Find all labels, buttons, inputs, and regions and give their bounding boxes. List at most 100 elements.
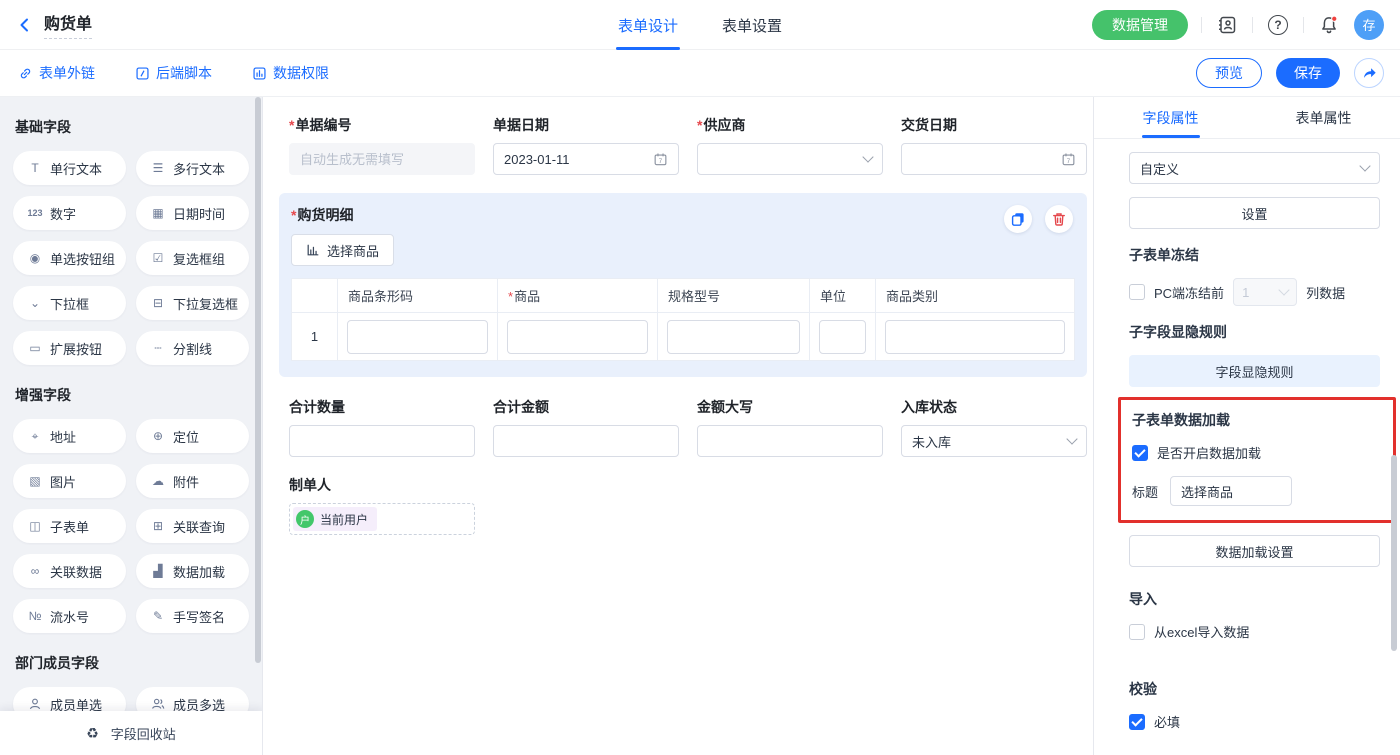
- form-title[interactable]: 购货单: [44, 10, 92, 39]
- freeze-checkbox[interactable]: [1129, 284, 1145, 300]
- field-amount-words[interactable]: 金额大写: [697, 397, 883, 457]
- col-spec: 规格型号: [658, 279, 810, 313]
- sidebar-scrollbar[interactable]: [255, 97, 261, 663]
- section-title-basic-fields: 基础字段: [15, 117, 249, 137]
- field-creator[interactable]: 制单人 户 当前用户: [289, 475, 1093, 535]
- creator-value-box[interactable]: 户 当前用户: [289, 503, 475, 535]
- spec-input[interactable]: [667, 320, 800, 354]
- product-input[interactable]: [507, 320, 648, 354]
- field-item-label: 单行文本: [50, 159, 102, 178]
- backend-script-action[interactable]: 后端脚本: [135, 63, 212, 83]
- settings-button[interactable]: 设置: [1129, 197, 1380, 229]
- freeze-suffix: 列数据: [1306, 283, 1345, 302]
- subform-purchase-detail[interactable]: 购货明细 选择商品 商品条形码 商品 规格型号 单位: [279, 193, 1087, 377]
- panel-scrollbar[interactable]: [1391, 455, 1397, 651]
- field-item-dropdown-multi[interactable]: ⊟ 下拉复选框: [136, 286, 249, 320]
- data-load-settings-button[interactable]: 数据加载设置: [1129, 535, 1380, 567]
- people-icon: [148, 697, 168, 711]
- field-item-address[interactable]: ⌖ 地址: [13, 419, 126, 453]
- stock-status-select[interactable]: 未入库: [901, 425, 1087, 457]
- field-stock-status[interactable]: 入库状态 未入库: [901, 397, 1087, 457]
- data-manage-button[interactable]: 数据管理: [1092, 10, 1188, 40]
- field-item-attachment[interactable]: ☁ 附件: [136, 464, 249, 498]
- copy-icon: [1010, 211, 1026, 227]
- dropdown-multi-icon: ⊟: [148, 296, 168, 310]
- field-type-select[interactable]: 自定义: [1129, 152, 1380, 184]
- freeze-label: PC端冻结前: [1154, 283, 1224, 302]
- data-permission-action[interactable]: 数据权限: [252, 63, 329, 83]
- field-item-radio-group[interactable]: ◉ 单选按钮组: [13, 241, 126, 275]
- back-button[interactable]: [16, 16, 34, 34]
- field-item-signature[interactable]: ✎ 手写签名: [136, 599, 249, 633]
- field-label: 单据日期: [493, 115, 679, 135]
- field-total-quantity[interactable]: 合计数量: [289, 397, 475, 457]
- barcode-input[interactable]: [347, 320, 488, 354]
- field-item-label: 地址: [50, 427, 76, 446]
- preview-button[interactable]: 预览: [1196, 58, 1262, 88]
- field-supplier[interactable]: 供应商: [697, 115, 883, 175]
- field-total-amount[interactable]: 合计金额: [493, 397, 679, 457]
- field-order-date[interactable]: 单据日期 2023-01-11 7: [493, 115, 679, 175]
- field-item-linked-query[interactable]: ⊞ 关联查询: [136, 509, 249, 543]
- total-amount-input[interactable]: [493, 425, 679, 457]
- total-quantity-input[interactable]: [289, 425, 475, 457]
- notification-bell-icon[interactable]: [1317, 13, 1341, 37]
- field-item-dropdown[interactable]: ⌄ 下拉框: [13, 286, 126, 320]
- data-load-toggle-checkbox[interactable]: [1132, 445, 1148, 461]
- save-button[interactable]: 保存: [1276, 58, 1340, 88]
- field-recycle-bin[interactable]: ♻ 字段回收站: [0, 711, 262, 755]
- help-icon[interactable]: ?: [1266, 13, 1290, 37]
- field-item-serial-number[interactable]: № 流水号: [13, 599, 126, 633]
- field-item-label: 关联数据: [50, 562, 102, 581]
- delete-field-button[interactable]: [1045, 205, 1073, 233]
- field-order-number[interactable]: 单据编号: [289, 115, 475, 175]
- external-link-action[interactable]: 表单外链: [18, 63, 95, 83]
- unit-input[interactable]: [819, 320, 866, 354]
- supplier-select[interactable]: [697, 143, 883, 175]
- freeze-count-select[interactable]: 1: [1233, 278, 1297, 306]
- order-number-input[interactable]: [289, 143, 475, 175]
- field-item-data-load[interactable]: ▟ 数据加载: [136, 554, 249, 588]
- field-item-datetime[interactable]: ▦ 日期时间: [136, 196, 249, 230]
- field-item-label: 图片: [50, 472, 76, 491]
- calendar-icon: ▦: [148, 206, 168, 220]
- chevron-down-icon: [1066, 433, 1077, 444]
- amount-words-input[interactable]: [697, 425, 883, 457]
- delivery-date-input[interactable]: 7: [901, 143, 1087, 175]
- data-load-title-input[interactable]: [1170, 476, 1292, 506]
- tab-form-settings[interactable]: 表单设置: [722, 0, 782, 50]
- excel-import-label: 从excel导入数据: [1154, 622, 1249, 641]
- order-date-input[interactable]: 2023-01-11 7: [493, 143, 679, 175]
- select-product-button[interactable]: 选择商品: [291, 234, 394, 266]
- user-avatar[interactable]: 存: [1354, 10, 1384, 40]
- category-input[interactable]: [885, 320, 1065, 354]
- visibility-rules-button[interactable]: 字段显隐规则: [1129, 355, 1380, 387]
- field-item-single-line-text[interactable]: T 单行文本: [13, 151, 126, 185]
- textarea-icon: ☰: [148, 161, 168, 175]
- field-item-label: 多行文本: [173, 159, 225, 178]
- field-item-number[interactable]: 123 数字: [13, 196, 126, 230]
- copy-field-button[interactable]: [1004, 205, 1032, 233]
- contacts-icon[interactable]: [1215, 13, 1239, 37]
- tab-form-properties[interactable]: 表单属性: [1247, 97, 1400, 138]
- field-item-image[interactable]: ▧ 图片: [13, 464, 126, 498]
- field-item-checkbox-group[interactable]: ☑ 复选框组: [136, 241, 249, 275]
- field-item-label: 数据加载: [173, 562, 225, 581]
- target-icon: ⊕: [148, 429, 168, 443]
- field-item-linked-data[interactable]: ∞ 关联数据: [13, 554, 126, 588]
- field-label: 制单人: [289, 475, 1093, 495]
- field-item-divider[interactable]: ┄ 分割线: [136, 331, 249, 365]
- field-item-extend-button[interactable]: ▭ 扩展按钮: [13, 331, 126, 365]
- share-button[interactable]: [1354, 58, 1384, 88]
- properties-panel: 字段属性 表单属性 自定义 设置 子表单冻结 PC端冻结前 1 列数据 子字段显…: [1093, 97, 1400, 755]
- field-delivery-date[interactable]: 交货日期 7: [901, 115, 1087, 175]
- field-item-location[interactable]: ⊕ 定位: [136, 419, 249, 453]
- required-checkbox[interactable]: [1129, 714, 1145, 730]
- tab-form-design[interactable]: 表单设计: [618, 0, 678, 50]
- recycle-icon: ♻: [86, 725, 99, 742]
- excel-import-checkbox[interactable]: [1129, 624, 1145, 640]
- field-item-label: 定位: [173, 427, 199, 446]
- field-item-multi-line-text[interactable]: ☰ 多行文本: [136, 151, 249, 185]
- field-item-subform[interactable]: ◫ 子表单: [13, 509, 126, 543]
- tab-field-properties[interactable]: 字段属性: [1094, 97, 1247, 138]
